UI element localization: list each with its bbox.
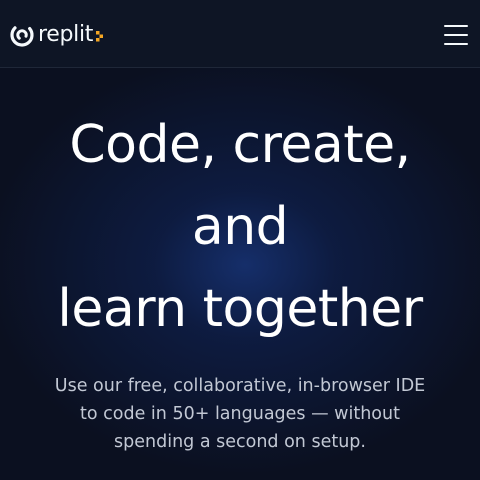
- hamburger-menu-icon: [444, 43, 468, 45]
- hamburger-menu-button[interactable]: [444, 23, 468, 47]
- hero-subtitle-line: spending a second on setup.: [114, 432, 366, 452]
- replit-spiral-icon: [10, 23, 34, 47]
- hero-title-line: learn together: [57, 279, 423, 339]
- replit-logo-link[interactable]: replit: [10, 22, 106, 48]
- hero-subtitle: Use our free, collaborative, in-browser …: [24, 372, 456, 456]
- hamburger-menu-icon: [444, 25, 468, 27]
- hamburger-menu-icon: [444, 34, 468, 36]
- hero-subtitle-line: to code in 50+ languages — without: [80, 404, 400, 424]
- logo-chevron-icon: [96, 31, 104, 42]
- top-navbar: replit: [0, 0, 480, 68]
- landing-page: replit Code, create, and learn together …: [0, 0, 480, 480]
- logo-wordmark: replit: [38, 22, 94, 47]
- hero-subtitle-line: Use our free, collaborative, in-browser …: [54, 376, 426, 396]
- hero-title: Code, create, and learn together: [0, 104, 480, 350]
- hero-title-line: and: [191, 197, 289, 257]
- hero-title-line: Code, create,: [69, 115, 411, 175]
